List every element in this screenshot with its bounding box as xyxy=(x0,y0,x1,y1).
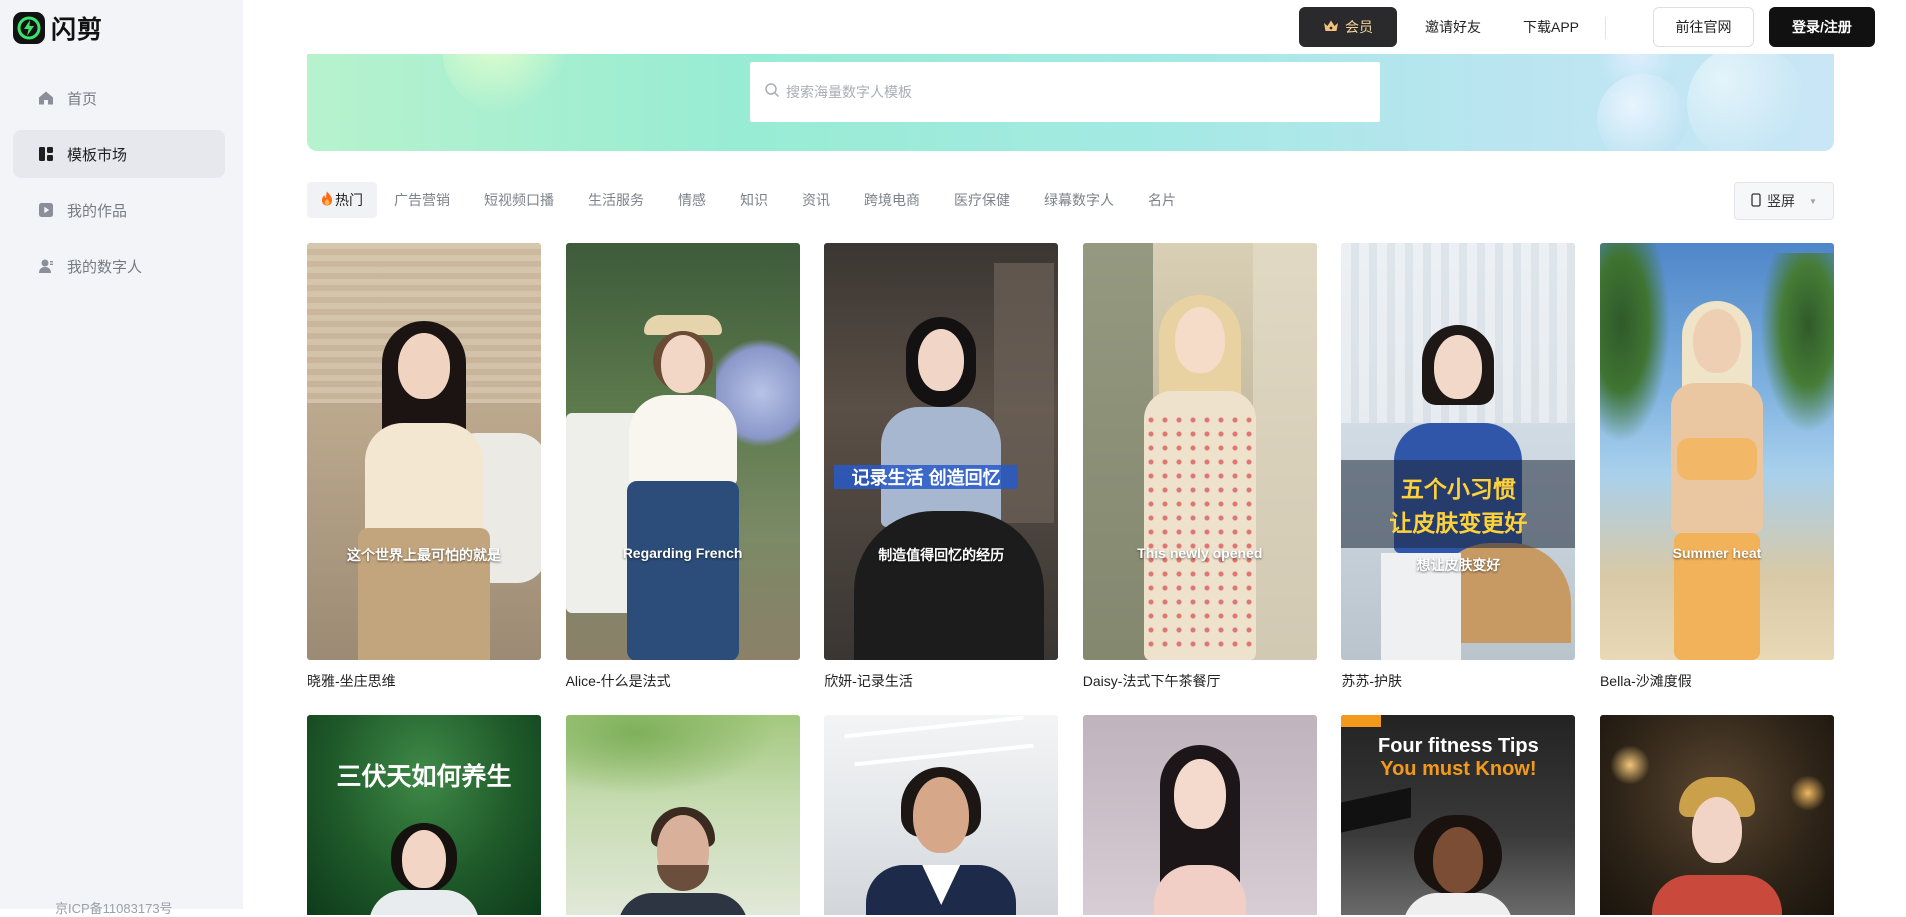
template-caption: 制造值得回忆的经历 xyxy=(878,547,1005,563)
template-title: Alice-什么是法式 xyxy=(565,673,671,689)
tab-short-video[interactable]: 短视频口播 xyxy=(467,182,571,218)
template-grid: 这个世界上最可怕的就是 晓雅-坐庄思维 Regarding French Ali… xyxy=(307,243,1834,915)
sidebar-item-home[interactable]: 首页 xyxy=(13,74,225,122)
banner-decoration xyxy=(442,54,572,114)
sidebar: 闪剪 首页 模板市场 我的作品 我的数字人 京ICP备11083173号 xyxy=(0,0,243,916)
invite-friends-button[interactable]: 邀请好友 xyxy=(1413,7,1493,47)
home-icon xyxy=(37,89,55,107)
template-card[interactable]: 这个世界上最可怕的就是 晓雅-坐庄思维 xyxy=(307,243,541,691)
icp-license[interactable]: 京ICP备11083173号 xyxy=(55,898,173,917)
tab-label: 热门 xyxy=(335,192,363,208)
template-thumbnail: 这个世界上最可怕的就是 xyxy=(307,243,541,660)
download-app-button[interactable]: 下载APP xyxy=(1511,7,1591,47)
portrait-phone-icon xyxy=(1751,192,1761,210)
template-thumbnail: Regarding French xyxy=(565,243,800,660)
sidebar-item-label: 模板市场 xyxy=(67,146,128,164)
search-icon xyxy=(764,82,780,103)
top-header: 会员 邀请好友 下载APP 前往官网 登录/注册 xyxy=(243,0,1906,54)
template-title: Bella-沙滩度假 xyxy=(1599,673,1692,689)
search-box[interactable] xyxy=(750,62,1380,122)
template-caption: 想让皮肤变好 xyxy=(1416,557,1501,573)
tab-advertising[interactable]: 广告营销 xyxy=(377,182,467,218)
login-register-button[interactable]: 登录/注册 xyxy=(1769,7,1875,47)
template-headline: You must Know! xyxy=(1380,758,1537,780)
template-caption: 这个世界上最可怕的就是 xyxy=(347,547,501,563)
template-caption: This newly opened xyxy=(1137,545,1263,561)
crown-icon xyxy=(1323,19,1339,36)
sidebar-item-my-works[interactable]: 我的作品 xyxy=(13,186,225,234)
vip-button[interactable]: 会员 xyxy=(1299,7,1397,47)
template-thumbnail: Four fitness Tips You must Know! xyxy=(1341,715,1576,915)
play-square-icon xyxy=(37,201,55,219)
orientation-select[interactable]: 竖屏 ▼ xyxy=(1734,182,1834,220)
sidebar-nav: 首页 模板市场 我的作品 我的数字人 xyxy=(13,74,225,298)
tab-business-card[interactable]: 名片 xyxy=(1131,182,1193,218)
template-headline: Four fitness Tips xyxy=(1377,735,1539,757)
template-card[interactable]: 三伏天如何养生 xyxy=(307,715,541,915)
template-card[interactable]: Regarding French Alice-什么是法式 xyxy=(565,243,800,691)
template-title: 晓雅-坐庄思维 xyxy=(307,673,396,689)
category-tabs: 热门 广告营销 短视频口播 生活服务 情感 知识 资讯 跨境电商 医疗保健 绿幕… xyxy=(307,182,1193,218)
template-thumbnail xyxy=(1599,715,1834,915)
template-thumbnail: 记录生活 创造回忆 制造值得回忆的经历 xyxy=(824,243,1059,660)
template-thumbnail xyxy=(824,715,1059,915)
template-headline: 五个小习惯 xyxy=(1400,476,1516,502)
orientation-label: 竖屏 xyxy=(1767,193,1796,209)
template-thumbnail: This newly opened xyxy=(1082,243,1317,660)
template-grid-icon xyxy=(37,145,55,163)
template-card[interactable] xyxy=(565,715,800,915)
template-card[interactable] xyxy=(824,715,1059,915)
template-card[interactable]: Summer heat Bella-沙滩度假 xyxy=(1599,243,1834,691)
vip-label: 会员 xyxy=(1345,19,1373,35)
tab-cross-border-ecommerce[interactable]: 跨境电商 xyxy=(847,182,937,218)
sidebar-item-label: 首页 xyxy=(67,90,98,108)
template-headline: 让皮肤变更好 xyxy=(1389,510,1528,536)
tab-green-screen[interactable]: 绿幕数字人 xyxy=(1027,182,1131,218)
app-name: 闪剪 xyxy=(51,16,104,44)
user-icon xyxy=(37,257,55,275)
template-thumbnail: Summer heat xyxy=(1599,243,1834,660)
tab-news[interactable]: 资讯 xyxy=(785,182,847,218)
sidebar-item-template-market[interactable]: 模板市场 xyxy=(13,130,225,178)
template-thumbnail: 五个小习惯 让皮肤变更好 想让皮肤变好 xyxy=(1341,243,1576,660)
banner-decoration xyxy=(1687,54,1807,151)
template-title: Daisy-法式下午茶餐厅 xyxy=(1082,673,1221,689)
template-card[interactable]: 五个小习惯 让皮肤变更好 想让皮肤变好 苏苏-护肤 xyxy=(1341,243,1576,691)
fire-icon xyxy=(321,191,333,209)
tab-life-service[interactable]: 生活服务 xyxy=(571,182,661,218)
tab-emotion[interactable]: 情感 xyxy=(661,182,723,218)
template-thumbnail xyxy=(565,715,800,915)
header-divider xyxy=(1605,17,1606,39)
chevron-down-icon: ▼ xyxy=(1809,196,1817,206)
template-card[interactable]: Four fitness Tips You must Know! xyxy=(1341,715,1576,915)
template-title: 苏苏-护肤 xyxy=(1341,673,1403,689)
template-card[interactable] xyxy=(1599,715,1834,915)
template-caption: Regarding French xyxy=(622,545,743,561)
template-headline: 三伏天如何养生 xyxy=(336,762,512,791)
lightning-icon xyxy=(13,12,45,44)
template-card[interactable]: 记录生活 创造回忆 制造值得回忆的经历 欣妍-记录生活 xyxy=(824,243,1059,691)
sidebar-item-my-digital-human[interactable]: 我的数字人 xyxy=(13,242,225,290)
template-title: 欣妍-记录生活 xyxy=(824,673,913,689)
template-thumbnail: 三伏天如何养生 xyxy=(307,715,541,915)
banner-decoration xyxy=(1597,74,1687,151)
template-card[interactable] xyxy=(1082,715,1317,915)
tab-healthcare[interactable]: 医疗保健 xyxy=(937,182,1027,218)
template-card[interactable]: This newly opened Daisy-法式下午茶餐厅 xyxy=(1082,243,1317,691)
template-caption: Summer heat xyxy=(1672,545,1762,561)
app-logo[interactable]: 闪剪 xyxy=(13,10,103,46)
template-headline: 记录生活 创造回忆 xyxy=(851,468,1001,488)
official-site-button[interactable]: 前往官网 xyxy=(1653,7,1754,47)
sidebar-item-label: 我的数字人 xyxy=(67,258,143,276)
template-thumbnail xyxy=(1082,715,1317,915)
sidebar-item-label: 我的作品 xyxy=(67,202,128,220)
search-input[interactable] xyxy=(786,84,1346,100)
tab-hot[interactable]: 热门 xyxy=(307,182,377,218)
tab-knowledge[interactable]: 知识 xyxy=(723,182,785,218)
